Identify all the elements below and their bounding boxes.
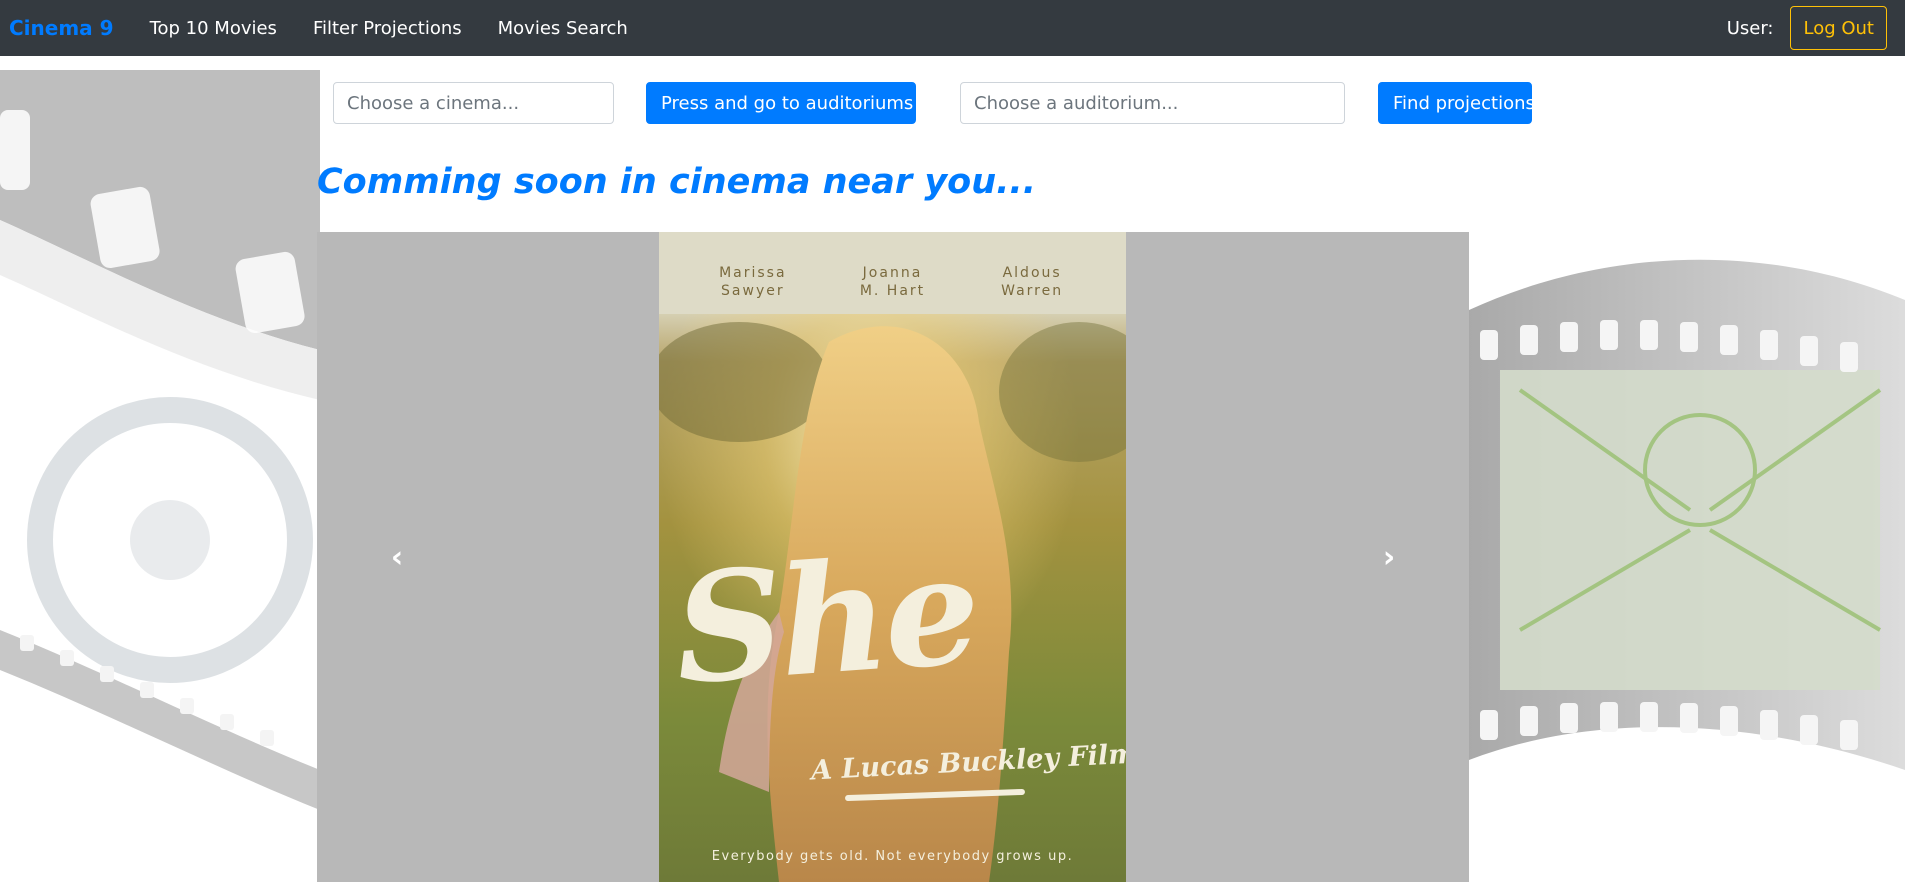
brand-link[interactable]: Cinema 9: [9, 16, 114, 40]
nav-link-top-10-movies[interactable]: Top 10 Movies: [150, 18, 277, 39]
cast-name: Aldous Warren: [1001, 265, 1064, 299]
auditorium-select-placeholder: Choose a auditorium...: [974, 92, 1179, 114]
movie-carousel: ‹ Marissa Sawyer Joanna M. Hart Aldous W…: [317, 232, 1469, 882]
cinema-select-placeholder: Choose a cinema...: [347, 92, 520, 114]
cast-name: Marissa Sawyer: [719, 265, 787, 299]
go-to-auditoriums-label: Press and go to auditoriums: [661, 92, 914, 114]
nav-link-movies-search[interactable]: Movies Search: [498, 18, 628, 39]
chevron-right-icon: ›: [1382, 539, 1396, 575]
poster-title: She: [669, 521, 982, 719]
page-heading: Comming soon in cinema near you...: [317, 162, 1037, 202]
logout-button[interactable]: Log Out: [1790, 6, 1887, 50]
user-area: User: Log Out: [1727, 6, 1896, 50]
nav-link-filter-projections[interactable]: Filter Projections: [313, 18, 462, 39]
hand-pointing-right-icon: ☛: [919, 93, 934, 113]
poster-cast: Marissa Sawyer Joanna M. Hart Aldous War…: [659, 264, 1126, 300]
auditorium-select[interactable]: Choose a auditorium...: [960, 82, 1345, 124]
movie-poster: Marissa Sawyer Joanna M. Hart Aldous War…: [659, 232, 1126, 882]
user-label: User:: [1726, 17, 1774, 39]
carousel-next-button[interactable]: ›: [1309, 232, 1469, 882]
chevron-left-icon: ‹: [390, 539, 404, 575]
find-projections-button[interactable]: Find projections: [1378, 82, 1535, 124]
go-to-auditoriums-button[interactable]: Press and go to auditoriums ☛: [646, 82, 934, 124]
poster-tagline: Everybody gets old. Not everybody grows …: [711, 849, 1074, 864]
navbar: Cinema 9 Top 10 Movies Filter Projection…: [0, 0, 1905, 56]
cinema-select[interactable]: Choose a cinema...: [333, 82, 614, 124]
carousel-prev-button[interactable]: ‹: [317, 232, 477, 882]
find-projections-label: Find projections: [1393, 92, 1535, 114]
cast-name: Joanna M. Hart: [859, 265, 926, 299]
